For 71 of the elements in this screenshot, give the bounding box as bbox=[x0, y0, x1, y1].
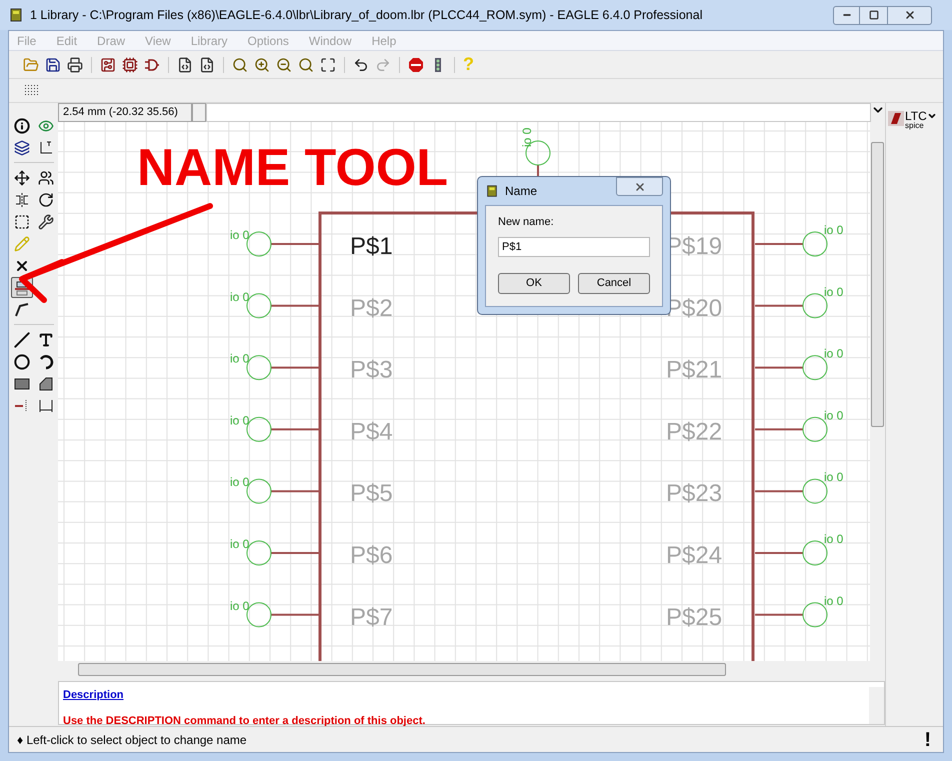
layer-swatch[interactable] bbox=[192, 103, 206, 122]
circuit-board-icon[interactable] bbox=[100, 56, 116, 72]
close-button[interactable] bbox=[616, 177, 663, 196]
pad-label: io 0 bbox=[824, 532, 844, 546]
pin-name: P$3 bbox=[350, 356, 393, 384]
pin-name: P$5 bbox=[350, 480, 393, 508]
open-folder-icon[interactable] bbox=[23, 56, 39, 72]
help-button[interactable]: ? bbox=[463, 51, 474, 78]
gate-icon[interactable] bbox=[144, 56, 160, 72]
coordinate-field: 2.54 mm (-20.32 35.56) bbox=[58, 103, 192, 122]
pad-label: io 0 bbox=[824, 594, 844, 608]
undo-icon[interactable] bbox=[353, 56, 369, 72]
script-icon[interactable] bbox=[177, 56, 193, 72]
dialog-button[interactable]: OK bbox=[498, 272, 570, 294]
zoom-select-icon[interactable] bbox=[298, 56, 314, 72]
status-text: ♦ Left-click to select object to change name bbox=[17, 732, 247, 748]
zoom-out-icon[interactable] bbox=[276, 56, 292, 72]
pin-name: P$25 bbox=[666, 604, 722, 631]
pin-name: P$7 bbox=[350, 604, 393, 631]
alert-button[interactable]: ! bbox=[924, 724, 931, 754]
printer-icon[interactable] bbox=[67, 56, 83, 72]
pin-name: P$2 bbox=[350, 294, 393, 322]
minimize-button[interactable] bbox=[833, 6, 860, 24]
description-text: Use the DESCRIPTION command to enter a description of this object. bbox=[63, 714, 426, 728]
logo-icon bbox=[888, 111, 904, 126]
pin-name: P$24 bbox=[666, 542, 722, 569]
dialog-title: Name bbox=[505, 183, 538, 200]
pin-name: P$4 bbox=[350, 418, 393, 446]
pin-name: P$23 bbox=[666, 480, 722, 508]
maximize-button[interactable] bbox=[860, 6, 887, 24]
pad-label: io 0 bbox=[230, 413, 250, 428]
stop-icon[interactable] bbox=[408, 56, 424, 72]
close-button[interactable] bbox=[887, 6, 932, 24]
description-link[interactable]: Description bbox=[63, 687, 124, 704]
book-icon bbox=[8, 7, 24, 23]
pad-label: io 0 bbox=[230, 352, 250, 366]
annotation-text: NAME TOOL bbox=[137, 138, 448, 198]
program-icon[interactable] bbox=[199, 56, 215, 72]
pad-label: io 0 bbox=[230, 598, 250, 613]
pad-label: io 0 bbox=[230, 290, 250, 304]
pad-label: io 0 bbox=[824, 408, 844, 422]
save-icon[interactable] bbox=[45, 56, 61, 72]
pin-name: P$22 bbox=[666, 418, 722, 446]
restore-icon bbox=[868, 10, 878, 20]
pad-label: io 0 bbox=[230, 475, 250, 490]
window-title: 1 Library - C:\Program Files (x86)\EAGLE-6.4.0\lbr\Library_of_doom.lbr (PLCC44_ROM.sym) - EAGLE 6.4.0 Professional bbox=[30, 6, 702, 24]
book-icon bbox=[485, 184, 499, 198]
logo-text: LTC bbox=[905, 111, 927, 121]
pin-name: P$6 bbox=[350, 542, 393, 569]
close-icon bbox=[904, 9, 916, 21]
field-label: New name: bbox=[498, 215, 555, 230]
pad-label: io 0 bbox=[230, 537, 250, 551]
pad-label: io 0 bbox=[824, 346, 844, 361]
pad-label: io 0 bbox=[824, 223, 844, 237]
scroll-thumb[interactable] bbox=[871, 142, 884, 427]
redraw-icon[interactable] bbox=[320, 56, 336, 72]
chip-icon[interactable] bbox=[122, 56, 138, 72]
pad-label: io 0 bbox=[520, 128, 534, 147]
pin-name: P$21 bbox=[666, 356, 722, 384]
pad-label: io 0 bbox=[824, 284, 844, 299]
scroll-thumb[interactable] bbox=[78, 662, 726, 676]
vertical-scrollbar[interactable] bbox=[869, 687, 884, 724]
close-icon bbox=[634, 180, 646, 192]
pad-label: io 0 bbox=[230, 228, 250, 242]
dialog-button[interactable]: Cancel bbox=[578, 272, 650, 294]
pad-label: io 0 bbox=[824, 470, 844, 484]
zoom-fit-icon[interactable] bbox=[232, 56, 248, 72]
logo-subtext: spice bbox=[905, 121, 925, 131]
pin-name: P$1 bbox=[350, 233, 393, 260]
zoom-in-icon[interactable] bbox=[254, 56, 270, 72]
name-input[interactable]: P$1 bbox=[498, 236, 650, 256]
